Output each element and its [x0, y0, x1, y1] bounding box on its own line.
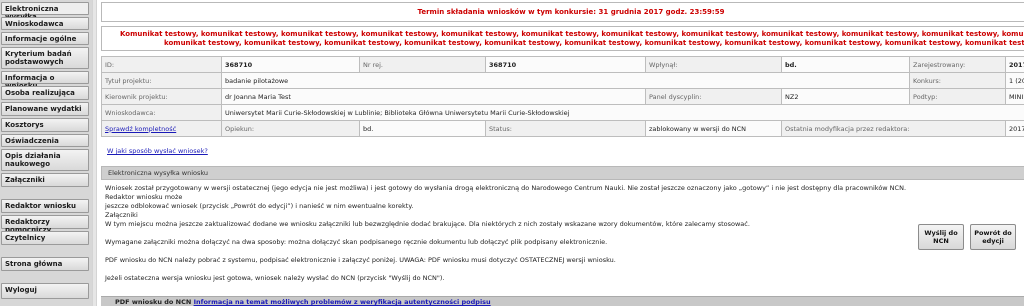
- kierownik-label: Kierownik projektu:: [101, 88, 222, 105]
- id-label: ID:: [101, 56, 222, 73]
- sidebar-item-osoba-realizujaca[interactable]: Osoba realizująca: [1, 86, 89, 100]
- sprawdz-kompletnosc-link[interactable]: Sprawdź kompletność: [105, 125, 176, 133]
- sidebar-item-informacje-ogolne[interactable]: Informacje ogólne: [1, 32, 89, 45]
- panel-text-1-line-2: jeszcze odblokować wniosek (przycisk „Po…: [105, 202, 414, 210]
- sidebar-item-redaktor-wniosku[interactable]: Redaktor wniosku: [1, 199, 89, 213]
- podtyp-label: Podtyp:: [909, 88, 1006, 105]
- panel-dyscyplin-label: Panel dyscyplin:: [645, 88, 782, 105]
- test-message-box: Komunikat testowy, komunikat testowy, ko…: [101, 26, 1024, 51]
- sidebar-item-wyloguj[interactable]: Wyloguj: [1, 283, 89, 299]
- sidebar-item-opis-dzialania-naukowego[interactable]: Opis działania naukowego: [1, 149, 89, 171]
- sidebar-item-wnioskodawca[interactable]: Wnioskodawca: [1, 17, 89, 30]
- attachments-title: Załączniki: [105, 211, 138, 219]
- test-message-line-1: Komunikat testowy, komunikat testowy, ko…: [120, 30, 1024, 38]
- id-value: 368710: [221, 56, 360, 73]
- back-to-edit-label-2: edycji: [982, 237, 1004, 245]
- zarejestrowany-label: Zarejestrowany:: [909, 56, 1006, 73]
- wnioskodawca-value: Uniwersytet Marii Curie-Skłodowskiej w L…: [221, 104, 1024, 121]
- sidebar: Elektroniczna wysyłkaWnioskodawca Informa…: [0, 0, 92, 306]
- zarejestrowany-value: 2017: [1005, 56, 1024, 73]
- back-to-edit-button[interactable]: Powrót do edycji: [970, 224, 1016, 250]
- podtyp-value: MINI: [1005, 88, 1024, 105]
- pdf-instructions-text: PDF wniosku do NCN należy pobrać z syste…: [105, 256, 616, 264]
- nrrej-label: Nr rej.: [359, 56, 486, 73]
- pdf-section-label: PDF wniosku do NCN: [115, 298, 192, 306]
- sprawdz-cell: Sprawdź kompletność: [101, 120, 222, 137]
- wplynal-label: Wpłynął:: [645, 56, 782, 73]
- sidebar-item-elektroniczna-wysylka[interactable]: Elektroniczna wysyłka: [1, 2, 89, 21]
- nrrej-value: 368710: [485, 56, 646, 73]
- panel-dyscyplin-value: NZ2: [781, 88, 910, 105]
- pdf-section-bar: PDF wniosku do NCN Informacja na temat m…: [101, 296, 1024, 306]
- send-to-ncn-label-2: NCN: [933, 237, 949, 245]
- sidebar-item-czytelnicy[interactable]: Czytelnicy: [1, 231, 89, 245]
- tytul-value: badanie pilotażowe: [221, 72, 910, 89]
- panel-text-1-line-1: Wniosek został przygotowany w wersji ost…: [105, 184, 907, 201]
- send-to-ncn-button[interactable]: Wyślij do NCN: [918, 224, 964, 250]
- attachment-methods-text: Wymagane załączniki można dołączyć na dw…: [105, 238, 608, 246]
- back-to-edit-label-1: Powrót do: [974, 229, 1012, 237]
- konkurs-label: Konkurs:: [909, 72, 1006, 89]
- application-info-table: ID: 368710 Nr rej. 368710 Wpłynął: bd. Z…: [101, 56, 1024, 137]
- wnioskodawca-label: Wnioskodawca:: [101, 104, 222, 121]
- sidebar-item-informacja-o-wniosku[interactable]: Informacja o wniosku: [1, 71, 89, 90]
- sidebar-item-strona-glowna[interactable]: Strona główna: [1, 257, 89, 271]
- status-value: zablokowany w wersji do NCN: [645, 120, 782, 137]
- sidebar-item-kosztorys[interactable]: Kosztorys: [1, 118, 89, 132]
- signature-info-link[interactable]: Informacja na temat możliwych problemów …: [194, 298, 491, 306]
- panel-text-1: Wniosek został przygotowany w wersji ost…: [105, 184, 925, 211]
- sidebar-item-zalaczniki[interactable]: Załączniki: [1, 173, 89, 187]
- attachments-text: W tym miejscu można jeszcze zaktualizowa…: [105, 220, 750, 228]
- konkurs-value: 1 (20: [1005, 72, 1024, 89]
- sidebar-item-redaktorzy-pomocniczy[interactable]: Redaktorzy pomocniczy: [1, 215, 89, 234]
- sidebar-scrollbar[interactable]: [93, 0, 96, 306]
- tytul-label: Tytuł projektu:: [101, 72, 222, 89]
- kierownik-value: dr Joanna Maria Test: [221, 88, 646, 105]
- send-instructions-text: Jeżeli ostateczna wersja wniosku jest go…: [105, 274, 445, 282]
- sidebar-item-oswiadczenia[interactable]: Oświadczenia: [1, 134, 89, 147]
- opiekun-label: Opiekun:: [221, 120, 360, 137]
- modyfikacja-label: Ostatnia modyfikacja przez redaktora:: [781, 120, 1006, 137]
- send-to-ncn-label-1: Wyślij do: [924, 229, 958, 237]
- test-message-line-2: komunikat testowy, komunikat testowy, ko…: [164, 39, 1024, 47]
- main-content: Termin składania wniosków w tym konkursi…: [97, 0, 1024, 306]
- deadline-notice: Termin składania wniosków w tym konkursi…: [101, 2, 1024, 22]
- opiekun-value: bd.: [359, 120, 486, 137]
- wplynal-value: bd.: [781, 56, 910, 73]
- panel-title: Elektroniczna wysyłka wniosku: [101, 166, 1024, 180]
- modyfikacja-value: 2017: [1005, 120, 1024, 137]
- sidebar-item-kryterium-badan-podstawowych[interactable]: Kryterium badań podstawowych: [1, 47, 89, 69]
- panel-body: Wniosek został przygotowany w wersji ost…: [101, 181, 1021, 288]
- how-to-send-link[interactable]: W jaki sposób wysłać wniosek?: [107, 147, 208, 155]
- sidebar-item-planowane-wydatki[interactable]: Planowane wydatki: [1, 102, 89, 116]
- status-label: Status:: [485, 120, 646, 137]
